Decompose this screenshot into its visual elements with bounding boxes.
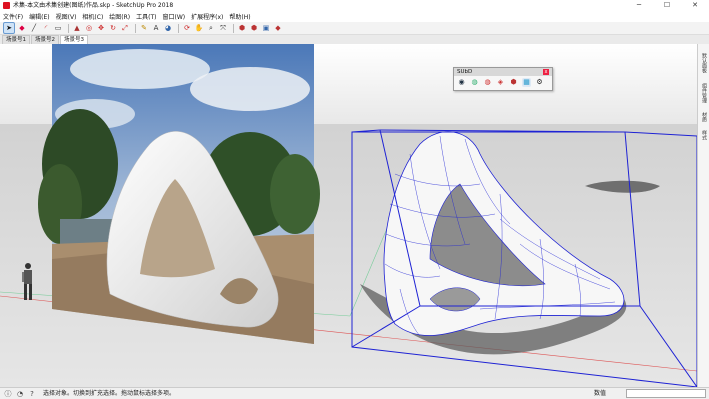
default-tray: 默认面板 组件管理 材质 样式 <box>697 44 709 387</box>
toolbar-separator <box>178 23 179 33</box>
quadface-icon[interactable]: ▦ <box>522 78 531 87</box>
scene-tabs: 场景号1 场景号2 场景号3 <box>0 35 709 44</box>
menu-draw[interactable]: 绘图(R) <box>109 12 130 21</box>
subd-toolbar-title: SUbD <box>457 69 473 75</box>
menu-extensions[interactable]: 扩展程序(x) <box>191 12 223 21</box>
maximize-button[interactable]: ☐ <box>653 0 681 11</box>
modeling-viewport[interactable] <box>0 44 697 387</box>
arc-tool-icon[interactable]: ◜ <box>41 23 51 33</box>
warehouse-icon[interactable]: ⬢ <box>237 23 247 33</box>
convert-icon[interactable]: ⬢ <box>509 78 518 87</box>
menu-window[interactable]: 窗口(W) <box>163 12 186 21</box>
title-bar: 术集-本文由术集创建(图纸)作品.skp - SketchUp Pro 2018… <box>0 0 709 11</box>
menu-help[interactable]: 帮助(H) <box>229 12 250 21</box>
send-to-layout-icon[interactable]: ◆ <box>273 23 283 33</box>
subd-toggle-icon[interactable]: ◉ <box>457 78 466 87</box>
shape-tool-icon[interactable]: ▭ <box>53 23 63 33</box>
toolbar-separator <box>135 23 136 33</box>
status-bar: ⓘ ◔ ? 选择对象。切换到扩充选择。拖动鼠标选择多项。 数值 <box>0 387 709 399</box>
orbit-tool-icon[interactable]: ⟳ <box>182 23 192 33</box>
tray-tab-default[interactable]: 默认面板 <box>699 50 708 76</box>
zoom-tool-icon[interactable]: ⌕ <box>206 23 216 33</box>
move-tool-icon[interactable]: ✥ <box>96 23 106 33</box>
crease-icon[interactable]: ◍ <box>470 78 479 87</box>
subd-toolbar: SUbD x ◉ ◍ ◍ ◈ ⬢ ▦ ⚙ <box>453 67 553 91</box>
minimize-button[interactable]: ─ <box>625 0 653 11</box>
menu-edit[interactable]: 编辑(E) <box>29 12 49 21</box>
close-window-button[interactable]: ✕ <box>681 0 709 11</box>
scene-tab-3[interactable]: 场景号3 <box>60 35 88 44</box>
tape-measure-tool-icon[interactable]: ✎ <box>139 23 149 33</box>
menu-camera[interactable]: 相机(C) <box>82 12 103 21</box>
line-tool-icon[interactable]: ╱ <box>29 23 39 33</box>
subd-button-row: ◉ ◍ ◍ ◈ ⬢ ▦ ⚙ <box>454 76 552 89</box>
sketchup-app-icon <box>3 2 10 9</box>
main-toolbar: ➤ ◆ ╱ ◜ ▭ ▲ ◎ ✥ ↻ ⤢ ✎ A ◕ ⟳ ✋ ⌕ ⤧ ⬢ ⬢ ▣ … <box>0 22 709 35</box>
window-title: 术集-本文由术集创建(图纸)作品.skp - SketchUp Pro 2018 <box>13 2 174 9</box>
toolbar-separator <box>233 23 234 33</box>
tray-tab-components[interactable]: 组件管理 <box>699 80 708 106</box>
viewport-canvas <box>0 44 697 387</box>
extension-warehouse-icon[interactable]: ⬢ <box>249 23 259 33</box>
zoom-extents-tool-icon[interactable]: ⤧ <box>218 23 228 33</box>
measurements-label: 数值 <box>594 390 607 397</box>
tray-tab-styles[interactable]: 样式 <box>699 128 708 142</box>
tray-tab-materials[interactable]: 材质 <box>699 110 708 124</box>
scene-tab-2[interactable]: 场景号2 <box>31 35 59 44</box>
uncrease-icon[interactable]: ◍ <box>483 78 492 87</box>
menu-bar: 文件(F) 编辑(E) 视图(V) 相机(C) 绘图(R) 工具(T) 窗口(W… <box>0 11 709 22</box>
photo-texture-panel <box>38 44 320 344</box>
menu-tools[interactable]: 工具(T) <box>136 12 156 21</box>
paint-bucket-tool-icon[interactable]: ◕ <box>163 23 173 33</box>
measurements-input[interactable] <box>626 389 706 398</box>
attributes-icon[interactable]: ◈ <box>496 78 505 87</box>
scale-tool-icon[interactable]: ⤢ <box>120 23 130 33</box>
subd-close-button[interactable]: x <box>543 69 549 75</box>
menu-file[interactable]: 文件(F) <box>3 12 23 21</box>
offset-tool-icon[interactable]: ◎ <box>84 23 94 33</box>
subd-toolbar-header[interactable]: SUbD x <box>454 68 552 76</box>
toolbar-separator <box>68 23 69 33</box>
scene-tab-1[interactable]: 场景号1 <box>2 35 30 44</box>
pan-tool-icon[interactable]: ✋ <box>194 23 204 33</box>
status-message: 选择对象。切换到扩充选择。拖动鼠标选择多项。 <box>43 390 176 397</box>
layout-icon[interactable]: ▣ <box>261 23 271 33</box>
credits-icon[interactable]: ◔ <box>16 390 24 398</box>
window-controls: ─ ☐ ✕ <box>625 0 709 11</box>
select-tool-icon[interactable]: ➤ <box>3 22 15 34</box>
eraser-tool-icon[interactable]: ◆ <box>17 23 27 33</box>
push-pull-tool-icon[interactable]: ▲ <box>72 23 82 33</box>
text-tool-icon[interactable]: A <box>151 23 161 33</box>
help-icon[interactable]: ? <box>28 390 36 398</box>
settings-icon[interactable]: ⚙ <box>535 78 544 87</box>
geolocation-icon[interactable]: ⓘ <box>4 390 12 398</box>
menu-view[interactable]: 视图(V) <box>56 12 77 21</box>
rotate-tool-icon[interactable]: ↻ <box>108 23 118 33</box>
